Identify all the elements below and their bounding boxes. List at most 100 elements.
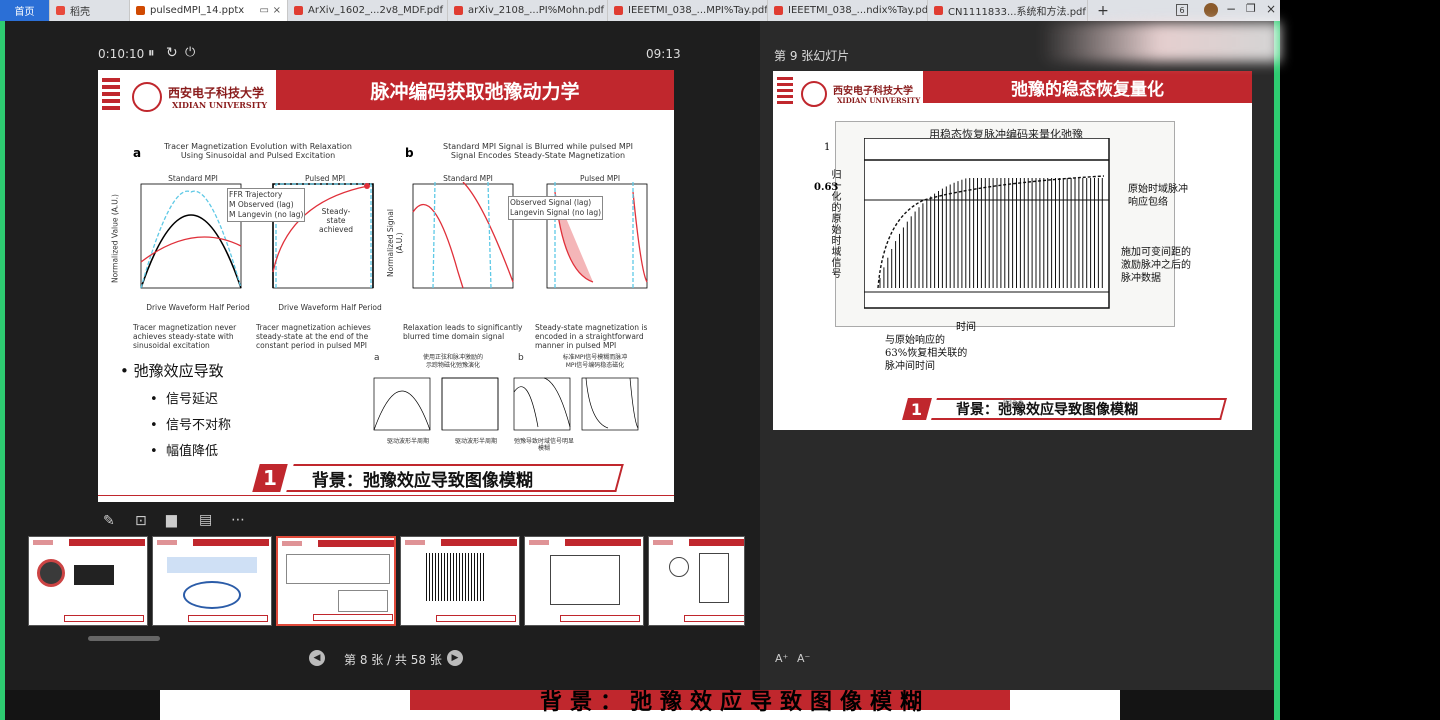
- thumbnail-scrollbar[interactable]: [88, 636, 160, 641]
- footer-number: 1: [902, 398, 932, 420]
- plus-icon: +: [1097, 2, 1109, 19]
- tab-home[interactable]: 首页: [0, 0, 50, 21]
- avatar[interactable]: [1204, 3, 1218, 17]
- font-decrease-button[interactable]: A⁻: [797, 652, 810, 665]
- pdf-icon: [454, 6, 463, 15]
- power-icon[interactable]: ⏻: [185, 45, 195, 60]
- pptx-icon: [136, 6, 145, 15]
- mini-label-b: b: [518, 353, 524, 363]
- legend-item: M Langevin (no lag): [229, 210, 304, 219]
- x-axis-label: 时间: [956, 322, 976, 333]
- figure-label: 图38: [1003, 400, 1024, 410]
- footer-caption: 背景：弛豫效应导致图像模糊: [931, 398, 1227, 420]
- close-icon[interactable]: ×: [273, 5, 281, 16]
- tab-pdf-4[interactable]: IEEETMI_038_...ndix%Tay.pdf: [768, 0, 928, 21]
- header-stripes: [102, 78, 120, 113]
- legend-item: Observed Signal (lag): [510, 198, 592, 207]
- pause-icon[interactable]: ⏸: [148, 46, 155, 61]
- background-slide-strip: 背景：弛豫效应导致图像模糊: [5, 690, 1274, 720]
- pin-icon[interactable]: ▭: [260, 5, 269, 16]
- background-slide: 背景：弛豫效应导致图像模糊: [160, 690, 1120, 720]
- slide-footer: 1 背景：弛豫效应导致图像模糊: [252, 464, 624, 492]
- university-logo: [132, 82, 162, 112]
- new-tab-button[interactable]: +: [1088, 0, 1118, 21]
- minimize-icon[interactable]: −: [1226, 2, 1236, 16]
- tab-pdf-5[interactable]: CN1111833...系统和方法.pdf: [928, 0, 1088, 21]
- next-slide-label: 第 9 张幻灯片: [774, 49, 850, 63]
- tab-pptx[interactable]: pulsedMPI_14.pptx ▭ ×: [130, 0, 288, 21]
- more-icon[interactable]: ⋯: [231, 512, 245, 528]
- footer-line: [98, 495, 674, 496]
- clock: 09:13: [646, 47, 681, 61]
- bullet-sub-text: 信号延迟: [165, 392, 218, 407]
- thumbnail-slide-8[interactable]: [400, 536, 520, 626]
- tab-label: ArXiv_1602_...2v8_MDF.pdf: [308, 5, 443, 16]
- caption: Tracer magnetization never achieves stea…: [133, 323, 237, 350]
- thumbnail-slide-9[interactable]: [524, 536, 644, 626]
- chart-plot: [864, 138, 1110, 309]
- y-tick-1: 1: [824, 142, 831, 153]
- pdf-icon: [774, 6, 783, 15]
- university-name-cn: 西安电子科技大学: [168, 86, 265, 100]
- pdf-icon: [614, 6, 623, 15]
- tab-label: pulsedMPI_14.pptx: [150, 5, 245, 16]
- legend-item: FFR Trajectory: [229, 190, 283, 199]
- thumb-graphic: [37, 559, 65, 587]
- next-slide-button[interactable]: ▶: [447, 650, 463, 666]
- bullet-sub: • 信号延迟: [150, 392, 218, 407]
- thumb-graphic: [74, 565, 114, 585]
- steady-state-label: Steady-state achieved: [319, 207, 353, 234]
- thumb-graphic: [167, 557, 257, 573]
- docer-icon: [56, 6, 65, 15]
- thumb-graphic: [550, 555, 620, 605]
- thumb-graphic: [669, 557, 689, 577]
- zoom-icon[interactable]: ⊡: [135, 513, 147, 529]
- bullet-main-text: 弛豫效应导致: [133, 362, 224, 380]
- tab-label: 稻壳: [70, 7, 90, 18]
- bullet-main: • 弛豫效应导致: [120, 362, 224, 380]
- y-axis-label: 归一化的原始时域信号: [829, 169, 840, 279]
- font-increase-button[interactable]: A⁺: [775, 652, 788, 665]
- camera-icon[interactable]: ▆: [166, 512, 177, 528]
- restore-icon[interactable]: ❐: [1246, 2, 1256, 15]
- annotation-time: 与原始响应的 63%恢复相关联的 脉冲间时间: [885, 335, 968, 372]
- mini-label-a: a: [374, 353, 380, 363]
- thumbnail-slide-6[interactable]: [152, 536, 272, 626]
- tab-pdf-1[interactable]: ArXiv_1602_...2v8_MDF.pdf: [288, 0, 448, 21]
- thumbnail-slide-5[interactable]: [28, 536, 148, 626]
- restart-icon[interactable]: ↻: [166, 45, 178, 61]
- next-slide: 西安电子科技大学 XIDIAN UNIVERSITY 弛豫的稳态恢复量化 用稳态…: [773, 71, 1252, 430]
- tab-docer[interactable]: 稻壳: [50, 0, 130, 21]
- caption: Steady-state magnetization is encoded in…: [535, 323, 648, 350]
- tab-pdf-2[interactable]: arXiv_2108_...PI%Mohn.pdf: [448, 0, 608, 21]
- black-area: [1280, 0, 1440, 720]
- mini-caption: 驱动波形半周期: [386, 438, 429, 445]
- pdf-icon: [294, 6, 303, 15]
- close-window-icon[interactable]: ×: [1266, 2, 1276, 16]
- figure-b-title: Standard MPI Signal is Blurred while pul…: [443, 142, 633, 160]
- mini-caption: 弛豫导致时域信号明显模糊: [514, 438, 575, 452]
- tab-pdf-3[interactable]: IEEETMI_038_...MPI%Tay.pdf: [608, 0, 768, 21]
- university-name-en: XIDIAN UNIVERSITY: [837, 96, 921, 105]
- mini-title-a: 使用正弦和脉冲激励的 示踪物磁化弛豫演化: [422, 354, 483, 369]
- legend-item: M Observed (lag): [229, 200, 294, 209]
- pdf-icon: [934, 6, 943, 15]
- prev-slide-button[interactable]: ◀: [309, 650, 325, 666]
- browser-tab-bar: 首页 稻壳 pulsedMPI_14.pptx ▭ × ArXiv_1602_...…: [0, 0, 1280, 21]
- thumb-graphic: [338, 590, 388, 612]
- subtitle-icon[interactable]: ▤: [199, 512, 212, 528]
- university-name-en: XIDIAN UNIVERSITY: [172, 100, 268, 110]
- legend-item: Langevin Signal (no lag): [510, 208, 602, 217]
- figure-a-title: Tracer Magnetization Evolution with Rela…: [164, 142, 352, 160]
- thumbnail-slide-10[interactable]: [648, 536, 745, 626]
- x-axis-label: Drive Waveform Half Period: [146, 303, 250, 312]
- thumb-graphic: [183, 581, 241, 609]
- bullet-sub-text: 幅值降低: [165, 444, 218, 459]
- tab-label: CN1111833...系统和方法.pdf: [948, 7, 1086, 18]
- footer-number: 1: [252, 464, 288, 492]
- tab-counter[interactable]: 6: [1176, 4, 1188, 16]
- pen-icon[interactable]: ✎: [103, 513, 115, 529]
- university-name-cn: 西安电子科技大学: [833, 86, 913, 97]
- thumb-graphic: [699, 553, 729, 603]
- thumbnail-slide-7[interactable]: [276, 536, 396, 626]
